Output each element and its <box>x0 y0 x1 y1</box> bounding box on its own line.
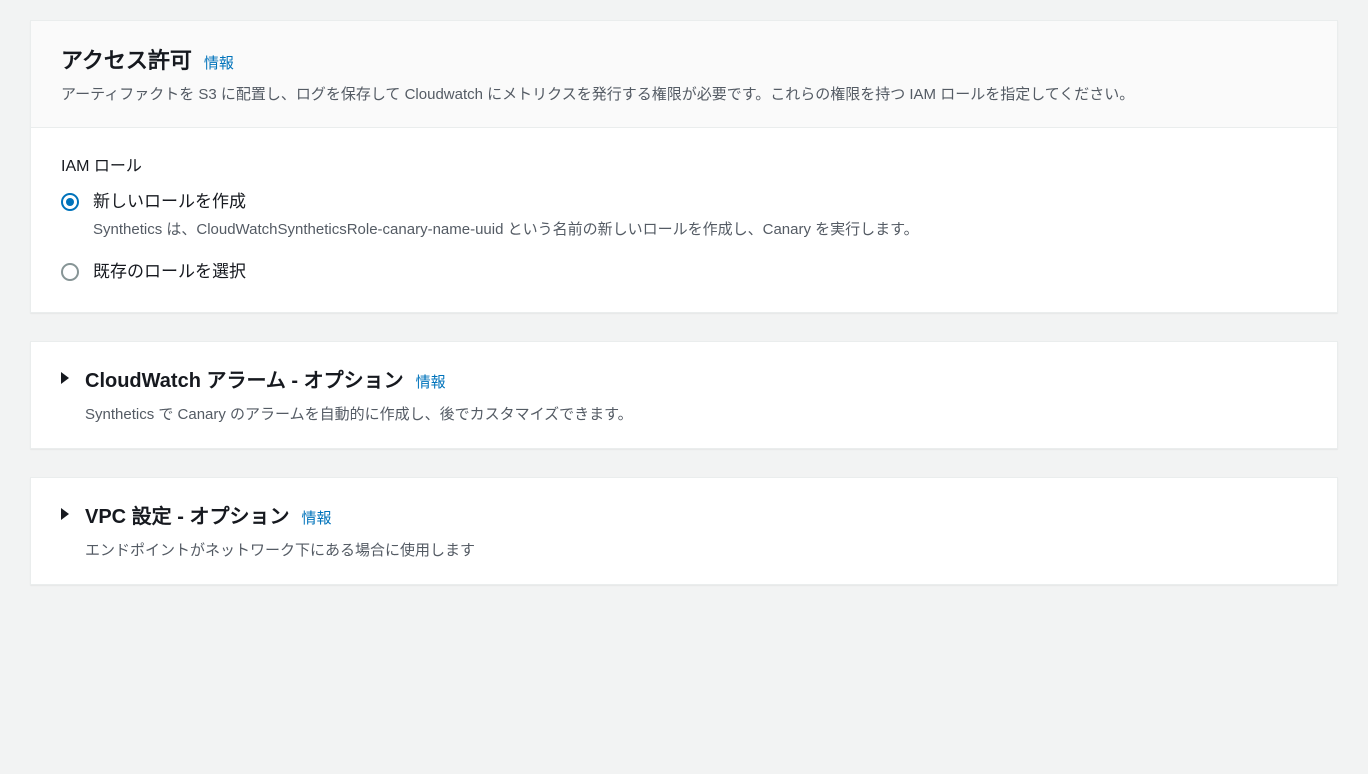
alarms-info-link[interactable]: 情報 <box>416 371 446 392</box>
vpc-info-link[interactable]: 情報 <box>301 507 331 528</box>
alarms-title: CloudWatch アラーム - オプション <box>85 364 404 393</box>
caret-right-icon <box>61 508 69 520</box>
radio-create-new-role[interactable]: 新しいロールを作成 Synthetics は、CloudWatchSynthet… <box>61 190 1307 242</box>
radio-existing-content: 既存のロールを選択 <box>93 260 1307 284</box>
vpc-toggle[interactable]: VPC 設定 - オプション 情報 <box>61 500 1307 529</box>
radio-new-content: 新しいロールを作成 Synthetics は、CloudWatchSynthet… <box>93 190 1307 242</box>
caret-right-icon <box>61 372 69 384</box>
access-title: アクセス許可 <box>61 43 192 75</box>
iam-role-label: IAM ロール <box>61 152 1307 176</box>
radio-existing-label: 既存のロールを選択 <box>93 260 1307 284</box>
access-title-row: アクセス許可 情報 <box>61 43 1307 75</box>
alarms-description: Synthetics で Canary のアラームを自動的に作成し、後でカスタマ… <box>61 403 1307 424</box>
vpc-settings-section: VPC 設定 - オプション 情報 エンドポイントがネットワーク下にある場合に使… <box>30 477 1338 585</box>
cloudwatch-alarms-section: CloudWatch アラーム - オプション 情報 Synthetics で … <box>30 341 1338 449</box>
radio-select-existing-role[interactable]: 既存のロールを選択 <box>61 260 1307 284</box>
access-permissions-panel: アクセス許可 情報 アーティファクトを S3 に配置し、ログを保存して Clou… <box>30 20 1338 313</box>
vpc-title: VPC 設定 - オプション <box>85 500 289 529</box>
radio-button-checked-icon <box>61 193 79 211</box>
access-info-link[interactable]: 情報 <box>204 52 234 73</box>
radio-new-label: 新しいロールを作成 <box>93 190 1307 214</box>
radio-button-unchecked-icon <box>61 263 79 281</box>
alarms-toggle[interactable]: CloudWatch アラーム - オプション 情報 <box>61 364 1307 393</box>
access-permissions-header: アクセス許可 情報 アーティファクトを S3 に配置し、ログを保存して Clou… <box>31 21 1337 128</box>
access-description: アーティファクトを S3 に配置し、ログを保存して Cloudwatch にメト… <box>61 83 1307 107</box>
radio-new-description: Synthetics は、CloudWatchSyntheticsRole-ca… <box>93 218 973 242</box>
access-body: IAM ロール 新しいロールを作成 Synthetics は、CloudWatc… <box>31 128 1337 312</box>
vpc-description: エンドポイントがネットワーク下にある場合に使用します <box>61 539 1307 560</box>
